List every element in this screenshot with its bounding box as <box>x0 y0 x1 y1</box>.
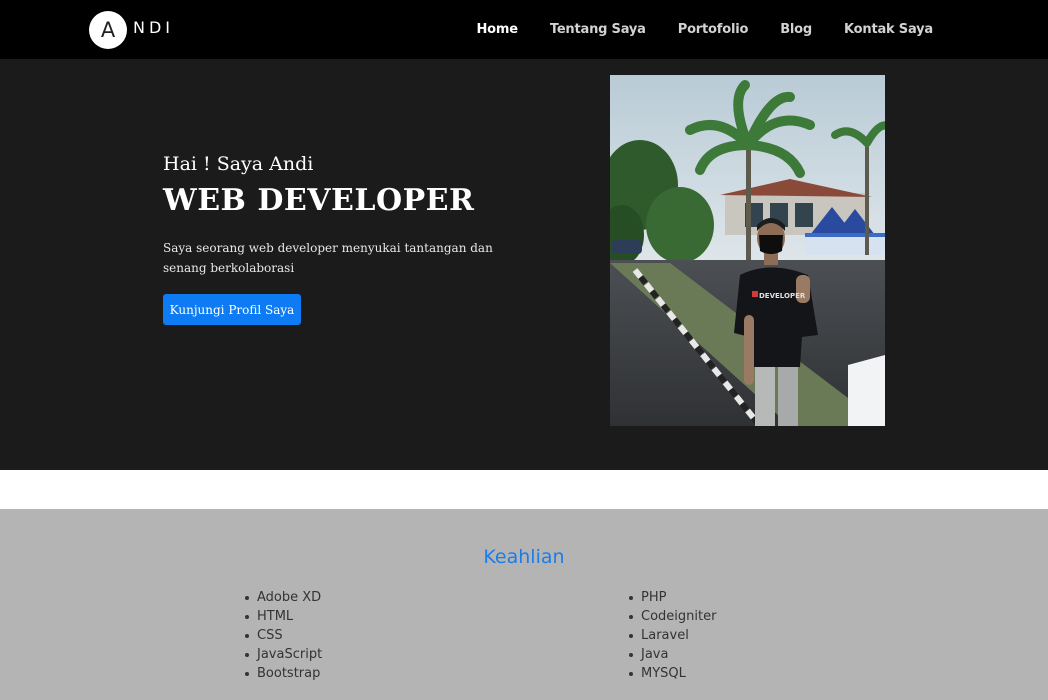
hero-section: Hai ! Saya Andi WEB DEVELOPER Saya seora… <box>0 59 1048 470</box>
section-gap <box>0 470 1048 509</box>
nav-link-tentang-saya[interactable]: Tentang Saya <box>550 22 646 37</box>
list-item: HTML <box>243 607 322 626</box>
list-item: MYSQL <box>627 664 716 683</box>
shirt-text: DEVELOPER <box>759 292 806 300</box>
list-item: Laravel <box>627 626 716 645</box>
nav-menu: Home Tentang Saya Portofolio Blog Kontak… <box>445 0 934 59</box>
brand-logo[interactable]: A NDI <box>89 10 174 50</box>
list-item: Adobe XD <box>243 588 322 607</box>
logo-text: NDI <box>133 17 175 37</box>
hero-description: Saya seorang web developer menyukai tant… <box>163 241 493 275</box>
list-item: Codeigniter <box>627 607 716 626</box>
list-item: Java <box>627 645 716 664</box>
hero-title: WEB DEVELOPER <box>163 183 475 218</box>
list-item: JavaScript <box>243 645 322 664</box>
list-item: Bootstrap <box>243 664 322 683</box>
skills-section: Keahlian Adobe XD HTML CSS JavaScript Bo… <box>0 509 1048 700</box>
profile-photo: DEVELOPER <box>610 75 885 426</box>
visit-profile-button[interactable]: Kunjungi Profil Saya <box>163 294 301 325</box>
skills-list-left: Adobe XD HTML CSS JavaScript Bootstrap <box>243 588 322 683</box>
logo-circle-letter: A <box>89 11 127 49</box>
hero-greeting: Hai ! Saya Andi <box>163 153 314 175</box>
navbar: A NDI Home Tentang Saya Portofolio Blog … <box>0 0 1048 59</box>
list-item: PHP <box>627 588 716 607</box>
nav-link-blog[interactable]: Blog <box>780 22 812 37</box>
skills-title: Keahlian <box>483 546 565 568</box>
nav-link-portofolio[interactable]: Portofolio <box>678 22 749 37</box>
nav-link-kontak-saya[interactable]: Kontak Saya <box>844 22 933 37</box>
skills-list-right: PHP Codeigniter Laravel Java MYSQL <box>627 588 716 683</box>
nav-link-home[interactable]: Home <box>477 22 519 37</box>
list-item: CSS <box>243 626 322 645</box>
